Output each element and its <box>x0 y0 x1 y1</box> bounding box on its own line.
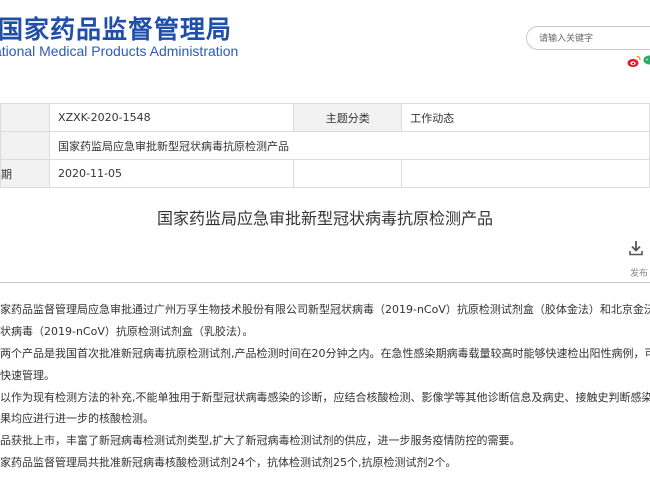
article-metadata-table: XZXK-2020-1548 主题分类 工作动态 国家药监局应急审批新型冠状病毒… <box>0 103 650 188</box>
paragraph-line: 快速管理。 <box>0 369 55 382</box>
publish-label: 发布 <box>630 269 649 279</box>
site-header: 国家药品监督管理局 ational Medical Products Admin… <box>0 0 650 98</box>
wechat-icon[interactable] <box>643 54 650 68</box>
paragraph-line: 两个产品是我国首次批准新冠病毒抗原检测试剂,产品检测时间在20分钟之内。在急性感… <box>0 347 650 360</box>
download-icon[interactable] <box>629 240 643 256</box>
metadata-key-index <box>0 103 51 132</box>
metadata-row: 期 2020-11-05 <box>0 159 650 188</box>
search-input[interactable]: 请输入关键字 <box>526 26 650 50</box>
site-name-en: ational Medical Products Administration <box>0 43 239 59</box>
metadata-key-title <box>0 131 51 160</box>
metadata-row: 国家药监局应急审批新型冠状病毒抗原检测产品 <box>0 131 650 160</box>
article-title: 国家药监局应急审批新型冠状病毒抗原检测产品 <box>156 209 493 228</box>
topic-category-label: 主题分类 <box>293 103 403 132</box>
weibo-icon[interactable] <box>627 54 641 68</box>
paragraph-line: 品获批上市，丰富了新冠病毒检测试剂类型,扩大了新冠病毒检测试剂的供应，进一步服务… <box>0 434 521 447</box>
paragraph-line: 以作为现有检测方法的补充,不能单独用于新型冠状病毒感染的诊断，应结合核酸检测、影… <box>0 391 650 404</box>
metadata-empty-cell <box>401 159 650 188</box>
index-number-value: XZXK-2020-1548 <box>49 103 295 132</box>
paragraph-line: 家药品监督管理局应急审批通过广州万孚生物技术股份有限公司新型冠状病毒（2019-… <box>0 303 650 316</box>
paragraph-line: 状病毒（2019-nCoV）抗原检测试剂盒（乳胶法）。 <box>0 325 254 338</box>
date-value: 2020-11-05 <box>49 159 295 188</box>
metadata-row: XZXK-2020-1548 主题分类 工作动态 <box>0 103 650 132</box>
site-name-cn[interactable]: 国家药品监督管理局 <box>0 10 232 46</box>
paragraph-line: 果均应进行进一步的核酸检测。 <box>0 412 154 425</box>
divider <box>0 282 650 283</box>
date-label: 期 <box>0 159 51 188</box>
paragraph-line: 家药品监督管理局共批准新冠病毒核酸检测试剂24个，抗体检测试剂25个,抗原检测试… <box>0 456 457 469</box>
metadata-empty-cell <box>293 159 403 188</box>
title-value: 国家药监局应急审批新型冠状病毒抗原检测产品 <box>49 131 650 160</box>
topic-category-value: 工作动态 <box>401 103 650 132</box>
